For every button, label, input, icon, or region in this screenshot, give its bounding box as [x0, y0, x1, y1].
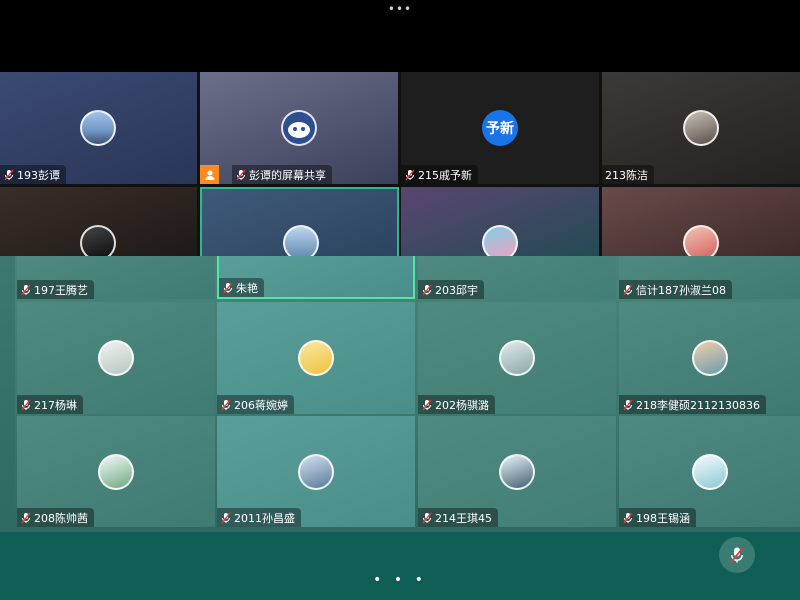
avatar	[683, 225, 719, 256]
participant-tile[interactable]	[602, 187, 800, 256]
avatar: 予新	[482, 110, 518, 146]
avatar	[98, 454, 134, 490]
avatar	[482, 225, 518, 256]
name-tag: 彭谭的屏幕共享	[232, 165, 332, 184]
name-tag: 208陈帅茜	[17, 508, 94, 527]
participant-tile[interactable]: 朱艳	[217, 256, 415, 299]
mic-muted-icon	[422, 399, 432, 410]
participant-name: 218李健硕2112130836	[636, 398, 760, 412]
participant-name: 208陈帅茜	[34, 511, 88, 525]
name-tag: 218李健硕2112130836	[619, 395, 766, 414]
mic-muted-icon	[21, 512, 31, 523]
name-tag: 198王锡涵	[619, 508, 696, 527]
avatar	[80, 110, 116, 146]
participant-tile[interactable]	[401, 187, 599, 256]
name-tag: 信计187孙淑兰08	[619, 280, 732, 299]
participant-name: 213陈洁	[605, 168, 648, 182]
participant-tile[interactable]: 218李健硕2112130836	[619, 302, 800, 414]
name-tag: 朱艳	[219, 278, 264, 297]
participant-name: 信计187孙淑兰08	[636, 283, 726, 297]
participant-name: 193彭谭	[17, 168, 60, 182]
participant-tile[interactable]: 197王腾艺	[17, 256, 215, 299]
participant-tile[interactable]: 予新 215戚予新	[401, 72, 599, 184]
participant-tile-active-speaker[interactable]	[200, 187, 399, 256]
participant-tile[interactable]: 203邱宇	[418, 256, 616, 299]
screen-share-tile[interactable]: 彭谭的屏幕共享	[200, 72, 398, 184]
participant-tile[interactable]: 214王琪45	[418, 416, 616, 527]
mic-muted-icon	[4, 169, 14, 180]
name-tag: 193彭谭	[0, 165, 66, 184]
mute-button[interactable]	[719, 537, 755, 573]
name-tag: 197王腾艺	[17, 280, 94, 299]
name-tag: 203邱宇	[418, 280, 484, 299]
avatar	[298, 454, 334, 490]
person-icon	[200, 165, 219, 184]
participant-tile[interactable]: 2011孙昌盛	[217, 416, 415, 527]
participant-tile[interactable]	[0, 187, 197, 256]
participant-tile[interactable]: 217杨琳	[17, 302, 215, 414]
participant-name: 214王琪45	[435, 511, 492, 525]
name-tag: 206蒋婉婷	[217, 395, 294, 414]
name-tag: 215戚予新	[401, 165, 478, 184]
name-tag: 2011孙昌盛	[217, 508, 301, 527]
participant-name: 2011孙昌盛	[234, 511, 295, 525]
participant-name: 217杨琳	[34, 398, 77, 412]
avatar	[683, 110, 719, 146]
mic-muted-icon	[405, 169, 415, 180]
avatar	[283, 225, 319, 256]
avatar	[499, 454, 535, 490]
bottom-toolbar	[0, 532, 800, 600]
mic-muted-icon	[223, 282, 233, 293]
avatar	[692, 454, 728, 490]
participant-name: 197王腾艺	[34, 283, 88, 297]
mic-muted-icon	[236, 169, 246, 180]
participant-name: 203邱宇	[435, 283, 478, 297]
mic-muted-icon	[422, 512, 432, 523]
participant-tile[interactable]: 202杨骐潞	[418, 302, 616, 414]
page-indicator[interactable]: • • •	[0, 572, 800, 588]
mic-muted-icon	[21, 284, 31, 295]
video-grid-top: 193彭谭 彭谭的屏幕共享 予新 215戚予新 213陈洁	[0, 72, 800, 256]
avatar	[692, 340, 728, 376]
participant-tile[interactable]: 信计187孙淑兰08	[619, 256, 800, 299]
scroll-edge	[0, 256, 15, 532]
participant-tile[interactable]: 206蒋婉婷	[217, 302, 415, 414]
mic-muted-icon	[21, 399, 31, 410]
avatar	[98, 340, 134, 376]
participant-tile[interactable]: 193彭谭	[0, 72, 197, 184]
mic-muted-icon	[221, 512, 231, 523]
name-tag: 202杨骐潞	[418, 395, 495, 414]
participant-tile[interactable]: 213陈洁	[602, 72, 800, 184]
participant-name: 215戚予新	[418, 168, 472, 182]
avatar	[298, 340, 334, 376]
participant-name: 彭谭的屏幕共享	[249, 168, 326, 182]
name-tag: 213陈洁	[602, 165, 654, 184]
top-menu-dots[interactable]: •••	[0, 2, 800, 16]
participant-name: 朱艳	[236, 281, 258, 295]
name-tag: 217杨琳	[17, 395, 83, 414]
mic-muted-icon	[221, 399, 231, 410]
participant-name: 206蒋婉婷	[234, 398, 288, 412]
participant-name: 198王锡涵	[636, 511, 690, 525]
participant-tile[interactable]: 198王锡涵	[619, 416, 800, 527]
mic-muted-icon	[422, 284, 432, 295]
participant-tile[interactable]: 208陈帅茜	[17, 416, 215, 527]
name-tag: 214王琪45	[418, 508, 498, 527]
mic-muted-icon	[623, 512, 633, 523]
mic-muted-icon	[623, 399, 633, 410]
mic-muted-icon	[623, 284, 633, 295]
avatar	[499, 340, 535, 376]
avatar	[281, 110, 317, 146]
participant-name: 202杨骐潞	[435, 398, 489, 412]
avatar	[80, 225, 116, 256]
mic-muted-icon	[730, 546, 744, 564]
